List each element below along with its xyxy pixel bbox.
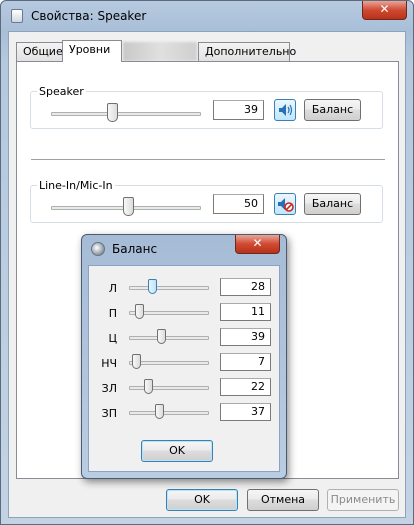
tab-obscured[interactable]: [123, 42, 197, 61]
separator: [31, 159, 385, 160]
balance-channel-row: Ц 39: [89, 328, 281, 348]
balance-dialog-close-button[interactable]: ✕: [235, 235, 280, 254]
balance-channel-slider-thumb[interactable]: [155, 404, 164, 419]
line-in-slider-thumb[interactable]: [123, 197, 134, 216]
balance-channel-slider-thumb[interactable]: [132, 354, 141, 369]
speaker-slider-track[interactable]: [51, 112, 201, 116]
line-in-value[interactable]: 50: [213, 194, 264, 214]
balance-channel-value[interactable]: 37: [220, 403, 271, 421]
title-bar[interactable]: Свойства: Speaker ✕: [1, 1, 413, 31]
tab-general[interactable]: Общие: [16, 42, 63, 61]
balance-channel-value[interactable]: 7: [220, 353, 271, 371]
balance-channel-label: ЗЛ: [101, 382, 117, 395]
balance-dialog-title: Баланс: [112, 242, 158, 256]
apply-button[interactable]: Применить: [327, 489, 399, 511]
balance-ok-button[interactable]: OK: [141, 440, 213, 462]
speaker-mute-button[interactable]: [274, 99, 296, 121]
close-button[interactable]: ✕: [362, 1, 407, 20]
balance-channel-label: Л: [108, 282, 117, 295]
tab-advanced[interactable]: Дополнительно: [198, 42, 296, 61]
balance-channel-slider-thumb[interactable]: [144, 379, 153, 394]
balance-channel-slider-track[interactable]: [129, 286, 209, 290]
line-in-mute-button[interactable]: [274, 193, 296, 215]
speaker-value[interactable]: 39: [213, 100, 264, 120]
balance-channel-slider-track[interactable]: [129, 386, 209, 390]
speaker-balance-button[interactable]: Баланс: [304, 99, 361, 121]
balance-channel-slider-track[interactable]: [129, 336, 209, 340]
balance-channel-label: П: [108, 307, 117, 320]
balance-channel-row: Л 28: [89, 278, 281, 298]
balance-channel-label: Ц: [108, 332, 117, 345]
dialog-app-icon: [91, 242, 105, 256]
balance-channel-slider-thumb[interactable]: [135, 304, 144, 319]
balance-channel-slider-thumb[interactable]: [148, 279, 157, 294]
balance-dialog-body: ЗП 37 ЗЛ 22 НЧ 7 Ц 39 П 11 Л 28 OK: [88, 265, 280, 472]
speaker-slider-thumb[interactable]: [107, 103, 118, 122]
balance-channel-value[interactable]: 22: [220, 378, 271, 396]
balance-channel-slider-track[interactable]: [129, 361, 209, 365]
tab-levels[interactable]: Уровни: [62, 40, 122, 62]
speaker-label: Speaker: [37, 85, 86, 98]
cancel-button[interactable]: Отмена: [247, 489, 319, 511]
balance-channel-slider-thumb[interactable]: [157, 329, 166, 344]
line-in-balance-button[interactable]: Баланс: [304, 193, 361, 215]
speaker-group: Speaker 39 Баланс: [30, 85, 383, 129]
balance-channel-value[interactable]: 28: [220, 278, 271, 296]
balance-channel-label: НЧ: [101, 357, 117, 370]
ok-button[interactable]: OK: [166, 489, 238, 511]
line-in-label: Line-In/Mic-In: [37, 179, 115, 192]
line-in-group: Line-In/Mic-In 50 Баланс: [30, 179, 383, 223]
window-title: Свойства: Speaker: [31, 9, 147, 23]
speaker-icon: [279, 104, 293, 116]
muted-speaker-icon: [278, 198, 294, 212]
properties-window: Свойства: Speaker ✕ Общие Уровни Дополни…: [0, 0, 414, 525]
balance-channel-row: ЗЛ 22: [89, 378, 281, 398]
balance-channel-row: П 11: [89, 303, 281, 323]
balance-channel-row: НЧ 7: [89, 353, 281, 373]
balance-channel-slider-track[interactable]: [129, 411, 209, 415]
balance-channel-row: ЗП 37: [89, 403, 281, 423]
window-app-icon: [11, 9, 23, 23]
balance-channel-value[interactable]: 11: [220, 303, 271, 321]
balance-channel-value[interactable]: 39: [220, 328, 271, 346]
balance-dialog: Баланс ✕ ЗП 37 ЗЛ 22 НЧ 7 Ц 39 П 11 Л 28 OK: [81, 234, 287, 479]
balance-channel-label: ЗП: [101, 407, 117, 420]
